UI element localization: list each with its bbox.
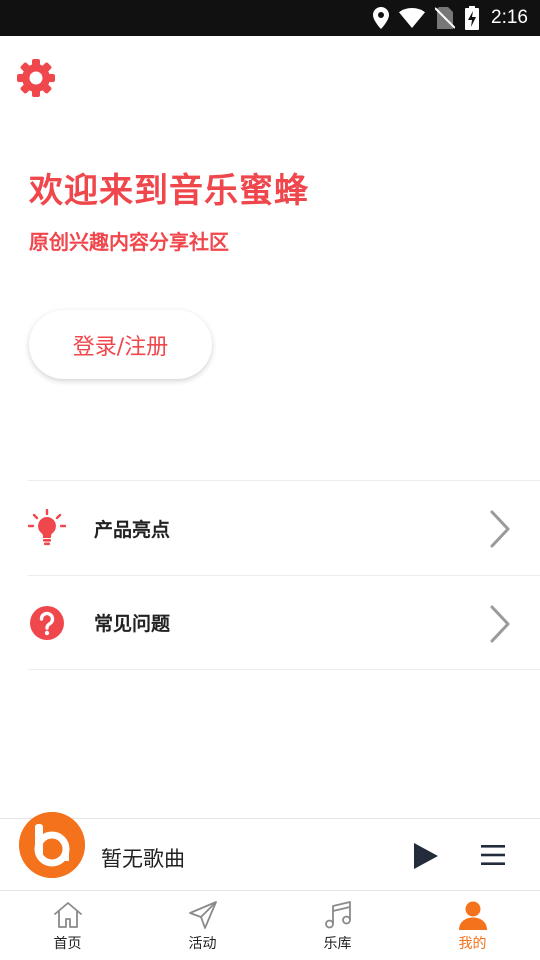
nav-label: 首页 <box>53 936 82 952</box>
playlist-menu-icon[interactable] <box>480 843 506 867</box>
location-icon <box>373 7 390 29</box>
nav-label: 活动 <box>188 936 217 952</box>
welcome-title: 欢迎来到音乐蜜蜂 <box>29 171 309 211</box>
status-bar: 2:16 <box>0 0 540 36</box>
nav-label: 我的 <box>458 936 487 952</box>
home-icon <box>53 902 82 928</box>
nav-label: 乐库 <box>323 936 352 952</box>
no-sim-icon <box>435 7 456 29</box>
profile-icon <box>458 901 487 930</box>
menu-item-label: 产品亮点 <box>94 518 171 541</box>
menu-item-product-highlights[interactable]: 产品亮点 <box>28 480 540 575</box>
player-song-title: 暂无歌曲 <box>101 847 185 871</box>
lightbulb-icon <box>28 509 66 546</box>
gear-icon <box>17 59 55 97</box>
settings-button[interactable] <box>16 58 56 98</box>
app-logo-avatar <box>19 812 85 878</box>
battery-charging-icon <box>465 6 480 30</box>
bottom-nav: 首页 活动 乐库 我的 <box>0 891 540 960</box>
nav-item-library[interactable]: 乐库 <box>270 891 405 960</box>
wifi-icon <box>399 8 426 28</box>
status-icons: 2:16 <box>373 0 528 36</box>
play-icon[interactable] <box>412 841 440 871</box>
welcome-subtitle: 原创兴趣内容分享社区 <box>29 230 229 254</box>
mini-player[interactable]: 暂无歌曲 <box>0 812 540 891</box>
nav-item-activity[interactable]: 活动 <box>135 891 270 960</box>
send-icon <box>188 901 217 929</box>
music-note-icon <box>324 901 351 929</box>
menu-item-label: 常见问题 <box>94 613 171 635</box>
nav-item-mine[interactable]: 我的 <box>405 891 540 960</box>
menu-item-faq[interactable]: 常见问题 <box>28 575 540 670</box>
menu-list: 产品亮点 常见问题 <box>28 480 540 670</box>
chevron-right-icon <box>490 605 510 643</box>
status-time: 2:16 <box>491 7 528 28</box>
chevron-right-icon <box>490 510 510 548</box>
nav-item-home[interactable]: 首页 <box>0 891 135 960</box>
login-register-button[interactable]: 登录/注册 <box>29 310 212 379</box>
question-icon <box>30 606 64 640</box>
